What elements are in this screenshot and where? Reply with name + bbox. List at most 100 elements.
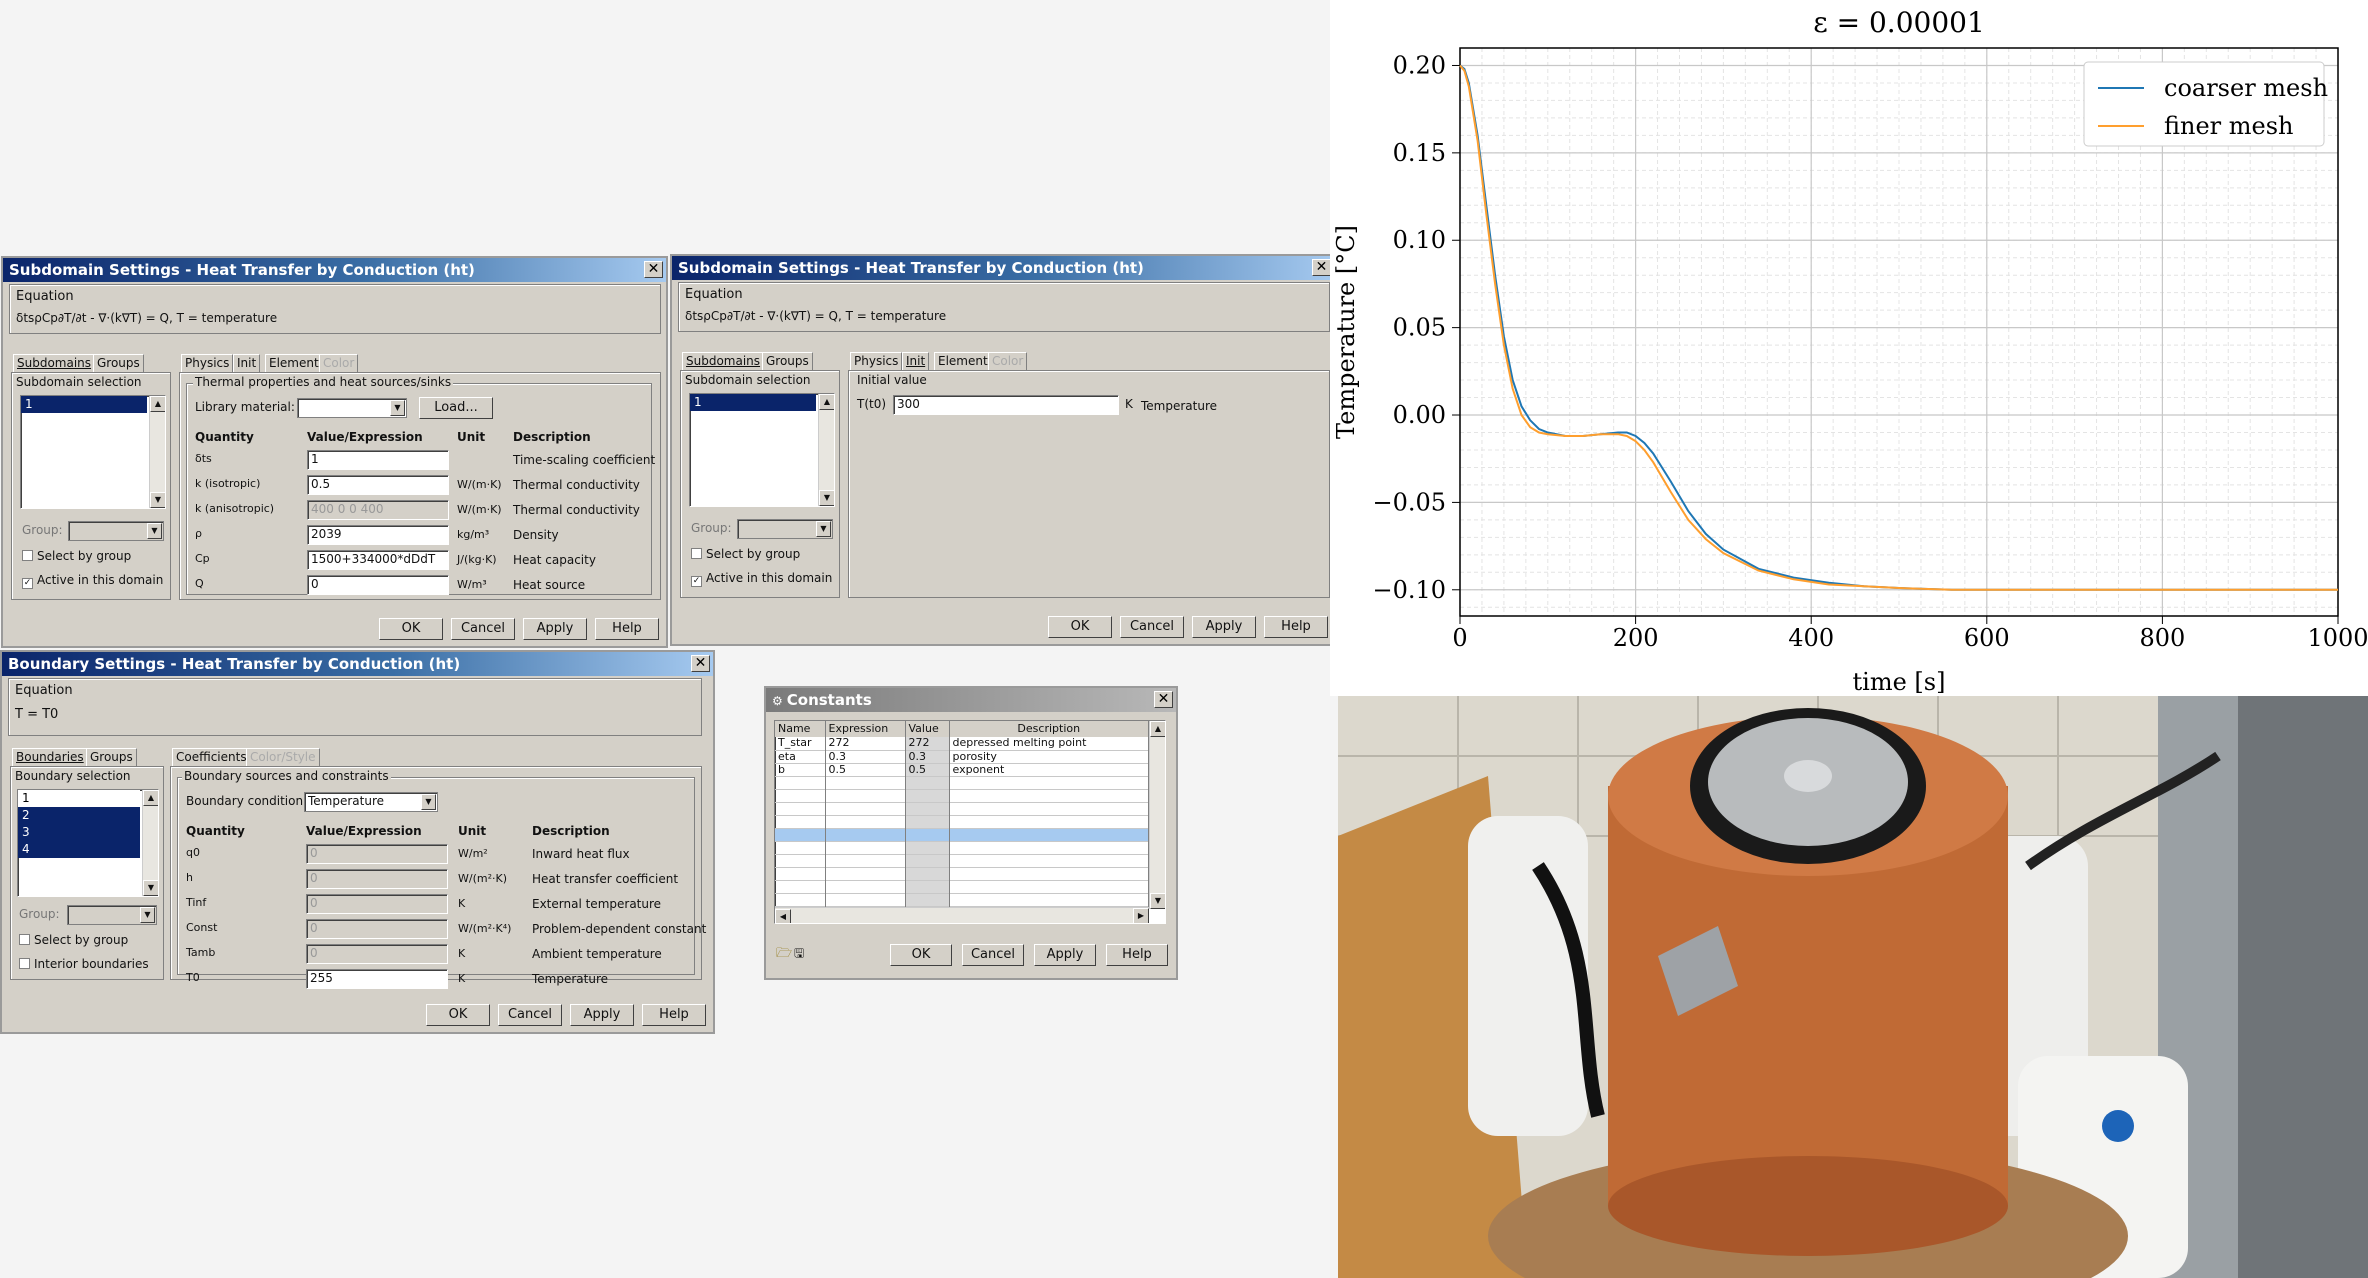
tab-groups[interactable]: Groups: [762, 352, 813, 370]
value-field[interactable]: 0: [306, 944, 448, 964]
list-item[interactable]: 3: [18, 824, 140, 841]
value-field[interactable]: 0: [307, 575, 449, 595]
table-cell[interactable]: [949, 802, 1149, 815]
apply-button[interactable]: Apply: [523, 618, 587, 640]
table-cell[interactable]: 0.5: [825, 763, 906, 776]
table-cell[interactable]: [775, 854, 826, 867]
chevron-down-icon[interactable]: ▼: [140, 907, 155, 923]
cancel-button[interactable]: Cancel: [498, 1004, 562, 1026]
close-icon[interactable]: ✕: [1312, 259, 1331, 276]
scroll-down-icon[interactable]: ▼: [819, 490, 834, 506]
close-icon[interactable]: ✕: [1154, 691, 1173, 708]
table-cell[interactable]: [949, 867, 1149, 880]
table-cell[interactable]: [825, 776, 906, 789]
subdomain-list[interactable]: 1 ▲ ▼: [689, 393, 835, 507]
group-select[interactable]: ▼: [67, 905, 157, 925]
select-by-group-checkbox[interactable]: Select by group: [691, 547, 800, 561]
cancel-button[interactable]: Cancel: [451, 618, 515, 640]
active-in-domain-checkbox[interactable]: ✓ Active in this domain: [22, 573, 163, 589]
checkbox-checked-icon[interactable]: ✓: [22, 578, 33, 589]
table-cell[interactable]: [825, 854, 906, 867]
value-field[interactable]: 2039: [307, 525, 449, 545]
tab-init[interactable]: Init: [902, 352, 930, 370]
ok-button[interactable]: OK: [426, 1004, 490, 1026]
table-cell[interactable]: [825, 893, 906, 906]
boundary-list[interactable]: 1 2 3 4 ▲ ▼: [17, 789, 159, 897]
dialog-titlebar[interactable]: ⚙ Constants ✕: [766, 688, 1176, 712]
list-item[interactable]: 4: [18, 841, 140, 858]
table-row[interactable]: [775, 789, 1149, 802]
close-icon[interactable]: ✕: [644, 261, 663, 278]
table-row[interactable]: [775, 776, 1149, 789]
table-row[interactable]: T_star 272 272 depressed melting point: [775, 737, 1149, 750]
table-cell[interactable]: [775, 776, 826, 789]
table-cell[interactable]: depressed melting point: [949, 737, 1149, 750]
chevron-down-icon[interactable]: ▼: [147, 523, 162, 539]
tab-physics[interactable]: Physics: [850, 352, 903, 370]
table-cell[interactable]: [905, 867, 950, 880]
scroll-left-icon[interactable]: ◀: [775, 909, 791, 923]
scroll-up-icon[interactable]: ▲: [1150, 721, 1165, 737]
tab-color[interactable]: Color: [988, 352, 1028, 370]
tab-init[interactable]: Init: [233, 354, 261, 372]
select-by-group-checkbox[interactable]: Select by group: [22, 549, 131, 563]
tab-groups[interactable]: Groups: [93, 354, 144, 372]
library-material-select[interactable]: ▼: [297, 398, 407, 418]
tab-groups[interactable]: Groups: [86, 748, 137, 766]
cancel-button[interactable]: Cancel: [962, 944, 1024, 966]
interior-boundaries-checkbox[interactable]: Interior boundaries: [19, 957, 149, 971]
value-field[interactable]: 0: [306, 869, 448, 889]
scroll-up-icon[interactable]: ▲: [150, 396, 165, 412]
table-cell[interactable]: [949, 854, 1149, 867]
help-button[interactable]: Help: [1264, 616, 1328, 638]
chevron-down-icon[interactable]: ▼: [816, 521, 831, 537]
value-field[interactable]: 1: [307, 450, 449, 470]
ok-button[interactable]: OK: [890, 944, 952, 966]
scrollbar[interactable]: ▲ ▼: [818, 394, 834, 506]
ok-button[interactable]: OK: [1048, 616, 1112, 638]
table-row[interactable]: [775, 815, 1149, 828]
chevron-down-icon[interactable]: ▼: [390, 400, 405, 416]
table-cell[interactable]: [905, 828, 950, 841]
table-cell[interactable]: [905, 841, 950, 854]
scroll-down-icon[interactable]: ▼: [150, 492, 165, 508]
open-folder-icon[interactable]: 🗁: [776, 944, 792, 966]
checkbox-icon[interactable]: [19, 958, 30, 969]
table-cell[interactable]: 0.3: [905, 750, 950, 763]
tab-physics[interactable]: Physics: [181, 354, 234, 372]
table-row[interactable]: b 0.5 0.5 exponent: [775, 763, 1149, 776]
table-cell[interactable]: [905, 815, 950, 828]
table-cell[interactable]: [905, 880, 950, 893]
table-cell[interactable]: [949, 815, 1149, 828]
scrollbar[interactable]: ▲ ▼: [1149, 721, 1165, 909]
table-cell[interactable]: [775, 893, 826, 906]
table-cell[interactable]: T_star: [775, 737, 826, 750]
table-cell[interactable]: [905, 802, 950, 815]
load-button[interactable]: Load...: [419, 397, 493, 419]
scrollbar[interactable]: ▲ ▼: [142, 790, 158, 896]
active-in-domain-checkbox[interactable]: ✓ Active in this domain: [691, 571, 832, 587]
table-cell[interactable]: [905, 776, 950, 789]
table-row[interactable]: [775, 802, 1149, 815]
table-row[interactable]: [775, 867, 1149, 880]
value-field[interactable]: 400 0 0 400: [307, 500, 449, 520]
save-icon[interactable]: 🖫: [794, 944, 804, 965]
table-cell[interactable]: [949, 880, 1149, 893]
constants-table[interactable]: Name Expression Value Description T_star…: [775, 721, 1149, 923]
scroll-up-icon[interactable]: ▲: [143, 790, 158, 806]
cancel-button[interactable]: Cancel: [1120, 616, 1184, 638]
subdomain-list[interactable]: 1 ▲ ▼: [20, 395, 166, 509]
table-cell[interactable]: [825, 802, 906, 815]
scroll-down-icon[interactable]: ▼: [143, 880, 158, 896]
table-cell[interactable]: [905, 893, 950, 906]
group-select[interactable]: ▼: [737, 519, 833, 539]
horizontal-scrollbar[interactable]: ◀ ▶: [775, 907, 1149, 923]
list-item[interactable]: 1: [690, 394, 816, 411]
value-field[interactable]: 0: [306, 844, 448, 864]
group-select[interactable]: ▼: [68, 521, 164, 541]
scroll-right-icon[interactable]: ▶: [1133, 908, 1149, 923]
table-cell[interactable]: [905, 854, 950, 867]
checkbox-checked-icon[interactable]: ✓: [691, 576, 702, 587]
value-field[interactable]: 0: [306, 894, 448, 914]
table-row[interactable]: [775, 828, 1149, 841]
